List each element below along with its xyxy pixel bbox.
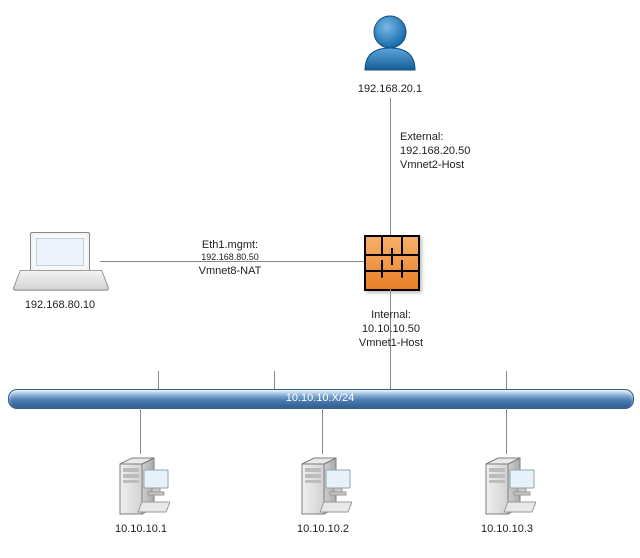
server-3-ip: 10.10.10.3 — [466, 522, 548, 536]
external-if-ip: 192.168.20.50 — [400, 144, 470, 158]
external-if-net: Vmnet2-Host — [400, 158, 464, 172]
bus-tap-top-3 — [506, 371, 507, 389]
bus-cidr: 10.10.10.X/24 — [0, 389, 640, 407]
server-2-ip: 10.10.10.2 — [282, 522, 364, 536]
mgmt-if-ip: 192.168.80.50 — [170, 252, 290, 264]
firewall-icon — [364, 235, 420, 291]
user-icon — [355, 8, 425, 78]
internal-if-title: Internal: — [362, 308, 420, 322]
external-if-title: External: — [400, 130, 443, 144]
bus-drop-3 — [506, 408, 507, 454]
link-external — [390, 98, 391, 235]
server-2-icon — [294, 454, 352, 516]
bus-drop-1 — [140, 408, 141, 454]
laptop-icon — [20, 232, 100, 292]
internal-if-net: Vmnet1-Host — [350, 336, 432, 350]
mgmt-if-net: Vmnet8-NAT — [170, 264, 290, 278]
server-1-icon — [112, 454, 170, 516]
laptop-ip: 192.168.80.10 — [5, 298, 115, 312]
bus-tap-top-2 — [274, 371, 275, 389]
mgmt-if-title: Eth1.mgmt: — [170, 238, 290, 252]
server-1-ip: 10.10.10.1 — [100, 522, 182, 536]
bus-tap-top-1 — [158, 371, 159, 389]
user-ip: 192.168.20.1 — [355, 82, 425, 96]
bus-drop-2 — [322, 408, 323, 454]
internal-if-ip: 10.10.10.50 — [350, 322, 432, 336]
server-3-icon — [478, 454, 536, 516]
